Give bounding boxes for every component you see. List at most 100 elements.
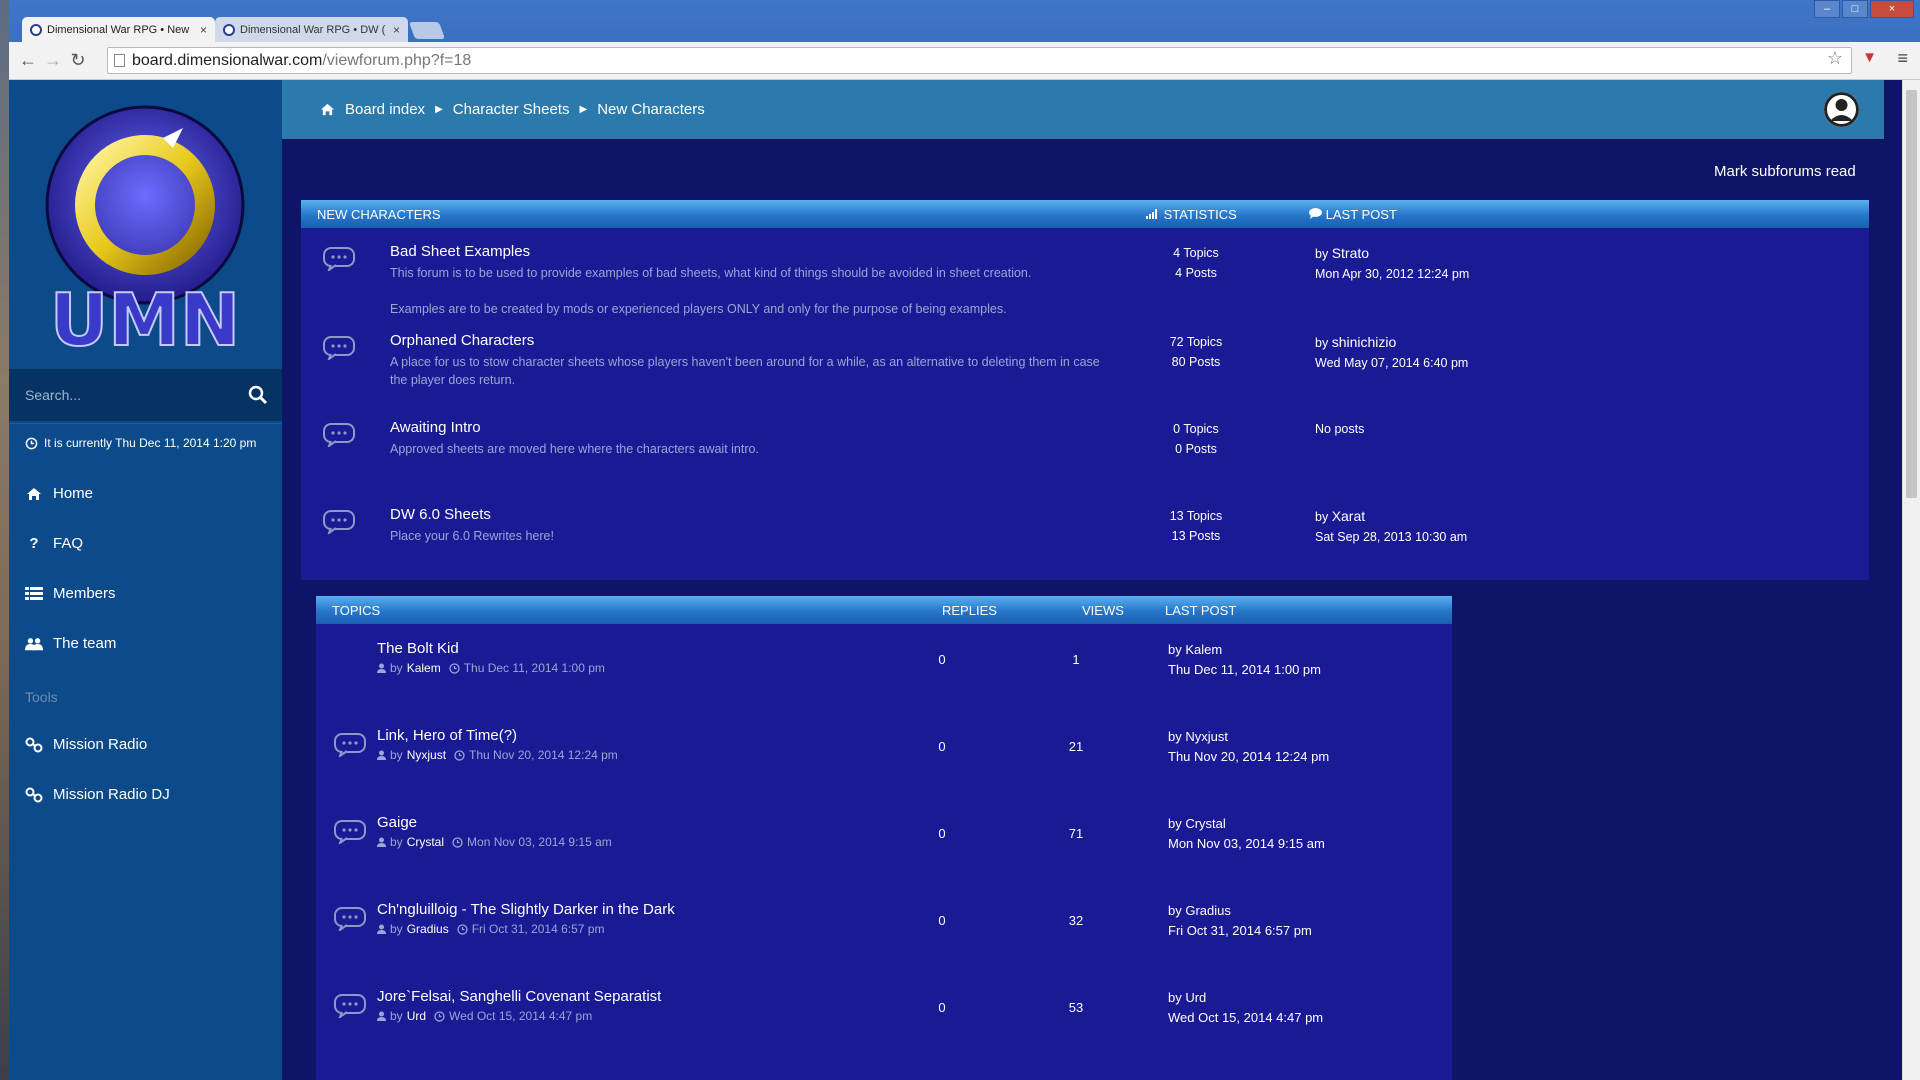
tools-heading: Tools [25, 689, 58, 705]
current-time-text: It is currently Thu Dec 11, 2014 1:20 pm [44, 436, 257, 450]
last-post-user[interactable]: Strato [1332, 245, 1369, 261]
topic-read-icon [334, 907, 366, 931]
address-bar[interactable]: board.dimensionalwar.com/viewforum.php?f… [107, 47, 1852, 74]
tab-active[interactable]: Dimensional War RPG • New × [22, 17, 215, 42]
sidebar-item-label: Members [53, 585, 116, 602]
topic-views: 21 [1068, 739, 1084, 754]
forum-row: DW 6.0 Sheets Place your 6.0 Rewrites he… [301, 498, 1869, 584]
forum-read-icon [323, 510, 355, 534]
forum-title[interactable]: Awaiting Intro [390, 419, 481, 436]
topic-author[interactable]: Gradius [407, 922, 449, 936]
tab-inactive[interactable]: Dimensional War RPG • DW ( × [215, 17, 408, 42]
scrollbar-thumb[interactable] [1906, 90, 1917, 498]
last-post-user[interactable]: Xarat [1332, 508, 1365, 524]
topic-meta: by Nyxjust Thu Nov 20, 2014 12:24 pm [377, 748, 618, 762]
forum-title[interactable]: Bad Sheet Examples [390, 243, 530, 260]
forum-title[interactable]: Orphaned Characters [390, 332, 534, 349]
topic-last-post: by Nyxjust Thu Nov 20, 2014 12:24 pm [1168, 727, 1329, 767]
sidebar: UMN Search... It is currently Thu Dec 11… [9, 80, 282, 1080]
breadcrumb-board-index[interactable]: Board index [345, 101, 425, 118]
last-post-user: No posts [1315, 422, 1365, 436]
bookmark-star-icon[interactable]: ☆ [1827, 48, 1843, 69]
topics-count: 72 Topics [1169, 335, 1223, 349]
user-icon [377, 1011, 386, 1021]
sidebar-item-mission-radio[interactable]: Mission Radio [25, 736, 147, 753]
sidebar-item-the-team[interactable]: The team [25, 635, 116, 652]
back-icon[interactable]: ← [17, 50, 39, 71]
topic-read-icon [334, 820, 366, 844]
last-post-user[interactable]: shinichizio [1332, 334, 1397, 350]
topic-replies: 0 [938, 913, 946, 928]
last-post-user[interactable]: Kalem [1185, 642, 1222, 657]
tab-title: Dimensional War RPG • New [47, 23, 190, 36]
topic-replies: 0 [938, 739, 946, 754]
sidebar-item-mission-radio-dj[interactable]: Mission Radio DJ [25, 786, 170, 803]
topic-replies: 0 [938, 826, 946, 841]
topic-meta: by Urd Wed Oct 15, 2014 4:47 pm [377, 1009, 592, 1023]
breadcrumb-character-sheets[interactable]: Character Sheets [453, 101, 570, 118]
page-scrollbar[interactable] [1902, 80, 1920, 1080]
topic-author[interactable]: Kalem [407, 661, 441, 675]
last-post-user[interactable]: Nyxjust [1185, 729, 1228, 744]
last-post-date: Thu Nov 20, 2014 12:24 pm [1168, 749, 1330, 764]
question-icon: ? [29, 535, 39, 552]
maximize-button[interactable]: □ [1842, 0, 1868, 18]
posts-count: 13 Posts [1171, 529, 1221, 543]
topic-views: 1 [1072, 652, 1080, 667]
sidebar-item-label: The team [53, 635, 117, 652]
topic-title[interactable]: Ch'ngluilloig - The Slightly Darker in t… [377, 901, 675, 918]
topic-views: 71 [1068, 826, 1084, 841]
divider [9, 423, 282, 424]
avatar[interactable] [1824, 92, 1859, 127]
topic-title[interactable]: Link, Hero of Time(?) [377, 727, 517, 744]
topic-title[interactable]: Jore`Felsai, Sanghelli Covenant Separati… [377, 988, 661, 1005]
replies-header-label: REPLIES [942, 603, 997, 618]
topic-author[interactable]: Urd [407, 1009, 426, 1023]
extension-icon[interactable]: ▼ [1862, 49, 1877, 66]
breadcrumb-new-characters[interactable]: New Characters [597, 101, 705, 118]
minimize-button[interactable]: – [1814, 0, 1840, 18]
user-icon [377, 663, 386, 673]
close-tab-icon[interactable]: × [393, 23, 400, 37]
browser-menu-icon[interactable]: ≡ [1897, 48, 1908, 69]
topic-date: Thu Nov 20, 2014 12:24 pm [469, 748, 618, 762]
mark-subforums-read-link[interactable]: Mark subforums read [1714, 163, 1856, 180]
site-logo[interactable]: UMN [45, 100, 255, 360]
topic-title[interactable]: Gaige [377, 814, 417, 831]
search-icon[interactable] [248, 385, 268, 405]
reload-icon[interactable]: ↻ [67, 50, 89, 71]
sidebar-item-faq[interactable]: ? FAQ [25, 535, 83, 552]
last-post-user[interactable]: Urd [1185, 990, 1206, 1005]
topic-author[interactable]: Nyxjust [407, 748, 446, 762]
forum-stats: 4 Topics 4 Posts [1141, 243, 1251, 283]
search-input[interactable]: Search... [9, 369, 282, 421]
last-post-user[interactable]: Gradius [1185, 903, 1231, 918]
sidebar-item-label: Mission Radio DJ [53, 786, 170, 803]
topic-replies: 0 [938, 1000, 946, 1015]
list-icon [25, 586, 43, 601]
last-post-header-label: LAST POST [1165, 603, 1237, 618]
sidebar-item-label: Mission Radio [53, 736, 148, 753]
sidebar-item-home[interactable]: Home [25, 485, 93, 502]
last-post-user[interactable]: Crystal [1185, 816, 1225, 831]
browser-toolbar: ← → ↻ board.dimensionalwar.com/viewforum… [9, 42, 1920, 80]
topic-title[interactable]: The Bolt Kid [377, 640, 459, 657]
sidebar-item-members[interactable]: Members [25, 585, 116, 602]
forum-title[interactable]: DW 6.0 Sheets [390, 506, 491, 523]
topic-last-post: by Crystal Mon Nov 03, 2014 9:15 am [1168, 814, 1325, 854]
close-tab-icon[interactable]: × [200, 23, 207, 37]
last-post-by: by [1315, 510, 1329, 524]
clock-icon [454, 749, 465, 761]
forward-icon[interactable]: → [42, 50, 64, 71]
last-post-date: Thu Dec 11, 2014 1:00 pm [1168, 662, 1321, 677]
browser-chrome: Dimensional War RPG • New × Dimensional … [9, 0, 1920, 80]
topic-read-icon [334, 994, 366, 1018]
forum-read-icon [323, 423, 355, 447]
last-post-date: Fri Oct 31, 2014 6:57 pm [1168, 923, 1312, 938]
new-tab-button[interactable] [408, 22, 446, 39]
close-window-button[interactable]: × [1870, 0, 1914, 18]
topic-by: by [390, 748, 403, 762]
forum-stats: 0 Topics 0 Posts [1141, 419, 1251, 459]
topic-author[interactable]: Crystal [407, 835, 444, 849]
link-icon [25, 787, 43, 803]
